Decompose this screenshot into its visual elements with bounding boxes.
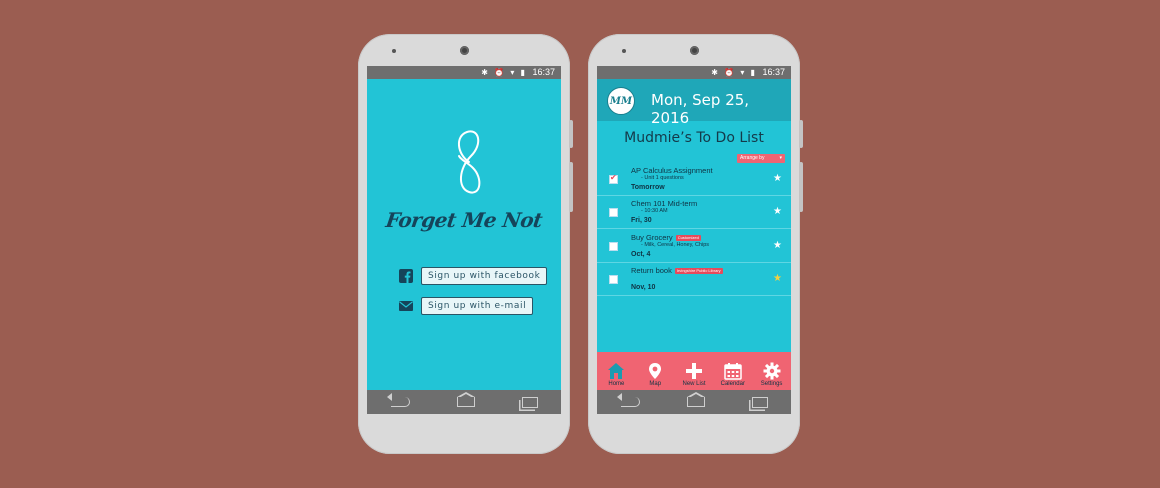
task-row[interactable]: Chem 101 Mid-term - 10:30 AM Fri, 30 ★ (597, 196, 791, 229)
tab-calendar[interactable]: Calendar (713, 352, 752, 390)
task-checkbox[interactable] (609, 208, 618, 217)
task-title: Return book Irvingshire Public Library (631, 266, 723, 275)
tab-map[interactable]: Map (636, 352, 675, 390)
star-icon[interactable]: ★ (773, 240, 782, 251)
sensor-dot (622, 49, 626, 53)
avatar[interactable]: MM (607, 87, 635, 115)
star-icon[interactable]: ★ (773, 273, 782, 284)
facebook-signup-row: Sign up with facebook (399, 266, 549, 286)
tab-home[interactable]: Home (597, 352, 636, 390)
task-tag: Irvingshire Public Library (674, 268, 723, 275)
task-checkbox[interactable] (609, 275, 618, 284)
task-detail: - Unit 1 questions (641, 175, 684, 181)
gear-icon (763, 362, 781, 380)
task-due-date: Fri, 30 (631, 217, 652, 224)
signup-screen: ✱ ⏰ ▾ ▮ 16:37 Forget Me Not Sign up with… (367, 66, 561, 414)
home-nav-icon[interactable] (686, 392, 705, 407)
email-signup-row: Sign up with e-mail (399, 296, 549, 316)
task-detail: - Milk, Cereal, Honey, Chips (641, 242, 710, 248)
status-time: 16:37 (532, 67, 555, 77)
calendar-icon (724, 363, 742, 380)
facebook-signup-button[interactable]: Sign up with facebook (421, 267, 548, 285)
task-title: Buy Grocery Customized (631, 233, 701, 242)
list-title: Mudmie’s To Do List (624, 130, 764, 146)
status-bar: ✱ ⏰ ▾ ▮ 16:37 (597, 66, 791, 79)
chevron-down-icon: ▾ (779, 155, 782, 161)
task-row[interactable]: AP Calculus Assignment- Unit 1 questions… (597, 163, 791, 196)
system-nav-bar (597, 390, 791, 414)
volume-button (799, 120, 803, 148)
status-icons: ✱ ⏰ ▾ ▮ (481, 68, 527, 77)
task-title-text: Buy Grocery (631, 233, 673, 242)
status-bar: ✱ ⏰ ▾ ▮ 16:37 (367, 66, 561, 79)
task-due-date: Oct, 4 (631, 251, 651, 258)
task-detail: - 10:30 AM (641, 208, 668, 214)
sensor-dot (392, 49, 396, 53)
back-icon[interactable] (616, 393, 640, 407)
tab-label: New List (682, 381, 706, 387)
current-date: Mon, Sep 25, 2016 (651, 91, 750, 127)
task-row[interactable]: Return book Irvingshire Public Library Nov… (597, 263, 791, 296)
task-tag: Customized (675, 235, 701, 242)
task-title-text: AP Calculus Assignment (631, 166, 713, 175)
recents-icon[interactable] (751, 396, 768, 408)
email-signup-button[interactable]: Sign up with e-mail (421, 297, 534, 315)
status-time: 16:37 (762, 67, 785, 77)
task-checkbox[interactable] (609, 173, 618, 184)
bottom-tab-bar: Home Map New List Calendar Settings (597, 352, 791, 390)
tab-label: Home (608, 381, 625, 387)
app-header: MM Mon, Sep 25, 2016 (597, 79, 791, 127)
brand-name: Forget Me Not (384, 208, 544, 232)
arrange-by-label: Arrange by (740, 155, 765, 161)
mail-icon (399, 301, 413, 311)
phone-signup: ✱ ⏰ ▾ ▮ 16:37 Forget Me Not Sign up with… (358, 34, 573, 454)
task-due-date: Tomorrow (631, 184, 665, 191)
tab-label: Calendar (720, 381, 745, 387)
task-title: AP Calculus Assignment (631, 166, 713, 175)
front-camera (460, 46, 469, 55)
system-nav-bar (367, 390, 561, 414)
tab-settings[interactable]: Settings (752, 352, 791, 390)
home-nav-icon[interactable] (456, 392, 475, 407)
front-camera (690, 46, 699, 55)
phone-todo: ✱ ⏰ ▾ ▮ 16:37 MM Mon, Sep 25, 2016 Mudmi… (588, 34, 803, 454)
plus-icon (685, 363, 702, 379)
map-pin-icon (649, 363, 662, 379)
status-icons: ✱ ⏰ ▾ ▮ (711, 68, 757, 77)
tab-label: Settings (760, 381, 783, 387)
home-icon (608, 363, 625, 379)
task-title-text: Return book (631, 266, 672, 275)
back-icon[interactable] (386, 393, 410, 407)
arrange-by-dropdown[interactable]: Arrange by ▾ (737, 154, 785, 163)
star-icon[interactable]: ★ (773, 206, 782, 217)
task-title-text: Chem 101 Mid-term (631, 199, 698, 208)
power-button (569, 162, 573, 212)
tab-label: Map (649, 381, 662, 387)
task-row[interactable]: Buy Grocery Customized - Milk, Cereal, Hon… (597, 230, 791, 263)
recents-icon[interactable] (521, 396, 538, 408)
logo-eight-icon (458, 130, 481, 194)
todo-screen: ✱ ⏰ ▾ ▮ 16:37 MM Mon, Sep 25, 2016 Mudmi… (597, 66, 791, 414)
task-title: Chem 101 Mid-term (631, 199, 697, 208)
facebook-icon (399, 269, 413, 283)
volume-button (569, 120, 573, 148)
task-checkbox[interactable] (609, 242, 618, 251)
task-due-date: Nov, 10 (631, 284, 656, 291)
star-icon[interactable]: ★ (773, 173, 782, 184)
tab-new-list[interactable]: New List (675, 352, 714, 390)
power-button (799, 162, 803, 212)
